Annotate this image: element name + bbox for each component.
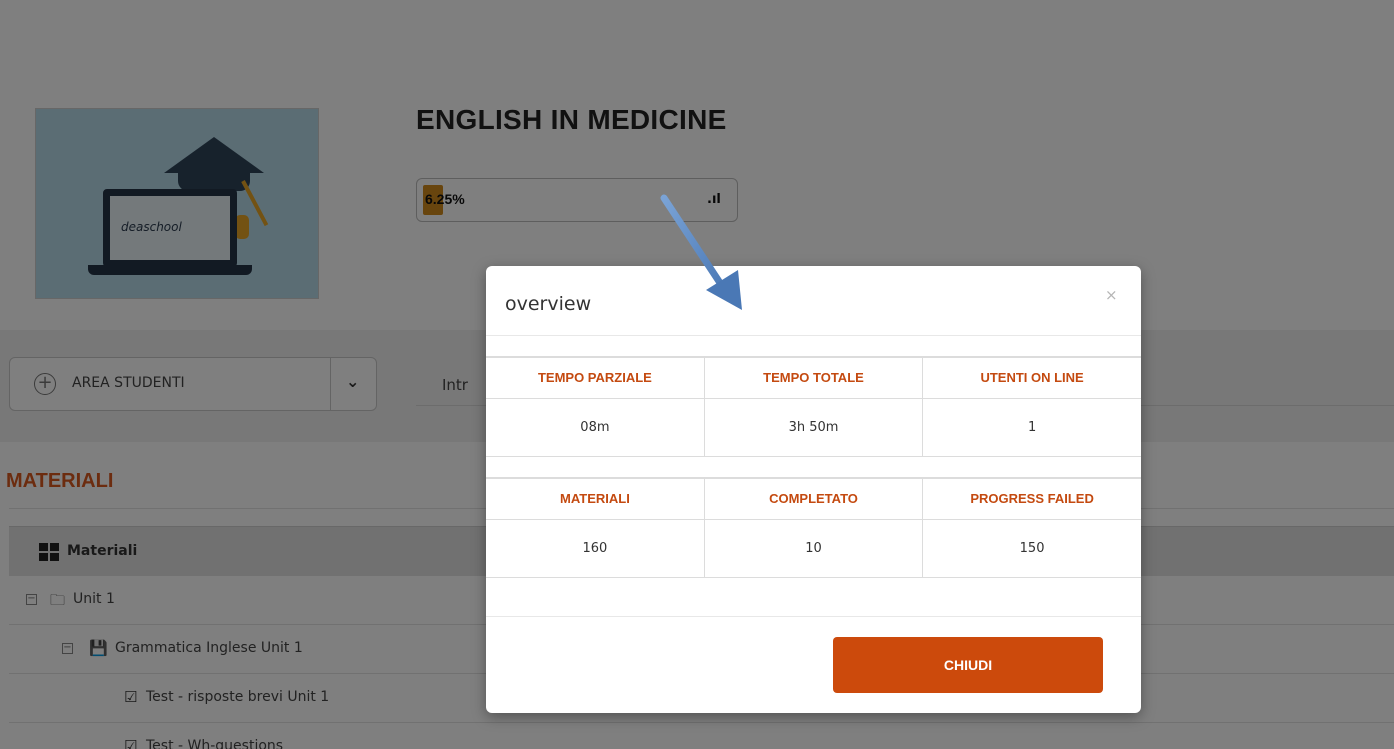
col-header-completato: COMPLETATO [703, 477, 924, 520]
value-tempo-parziale: 08m [486, 397, 705, 457]
close-button[interactable]: CHIUDI [833, 637, 1103, 693]
col-header-materiali: MATERIALI [486, 477, 705, 520]
col-header-progress-failed: PROGRESS FAILED [922, 477, 1141, 520]
material-stats-table: MATERIALI COMPLETATO PROGRESS FAILED 160… [486, 477, 1141, 578]
value-utenti-online: 1 [922, 397, 1141, 457]
col-header-tempo-totale: TEMPO TOTALE [703, 356, 924, 399]
time-stats-table: TEMPO PARZIALE TEMPO TOTALE UTENTI ON LI… [486, 356, 1141, 457]
value-tempo-totale: 3h 50m [703, 397, 924, 457]
value-completato: 10 [703, 518, 924, 578]
value-materiali: 160 [486, 518, 705, 578]
overview-modal: overview × TEMPO PARZIALE TEMPO TOTALE U… [486, 266, 1141, 713]
divider [486, 616, 1141, 617]
modal-title: overview [505, 293, 592, 315]
value-progress-failed: 150 [922, 518, 1141, 578]
divider [486, 335, 1141, 336]
col-header-tempo-parziale: TEMPO PARZIALE [486, 356, 705, 399]
col-header-utenti-online: UTENTI ON LINE [922, 356, 1141, 399]
close-icon[interactable]: × [1105, 286, 1118, 304]
